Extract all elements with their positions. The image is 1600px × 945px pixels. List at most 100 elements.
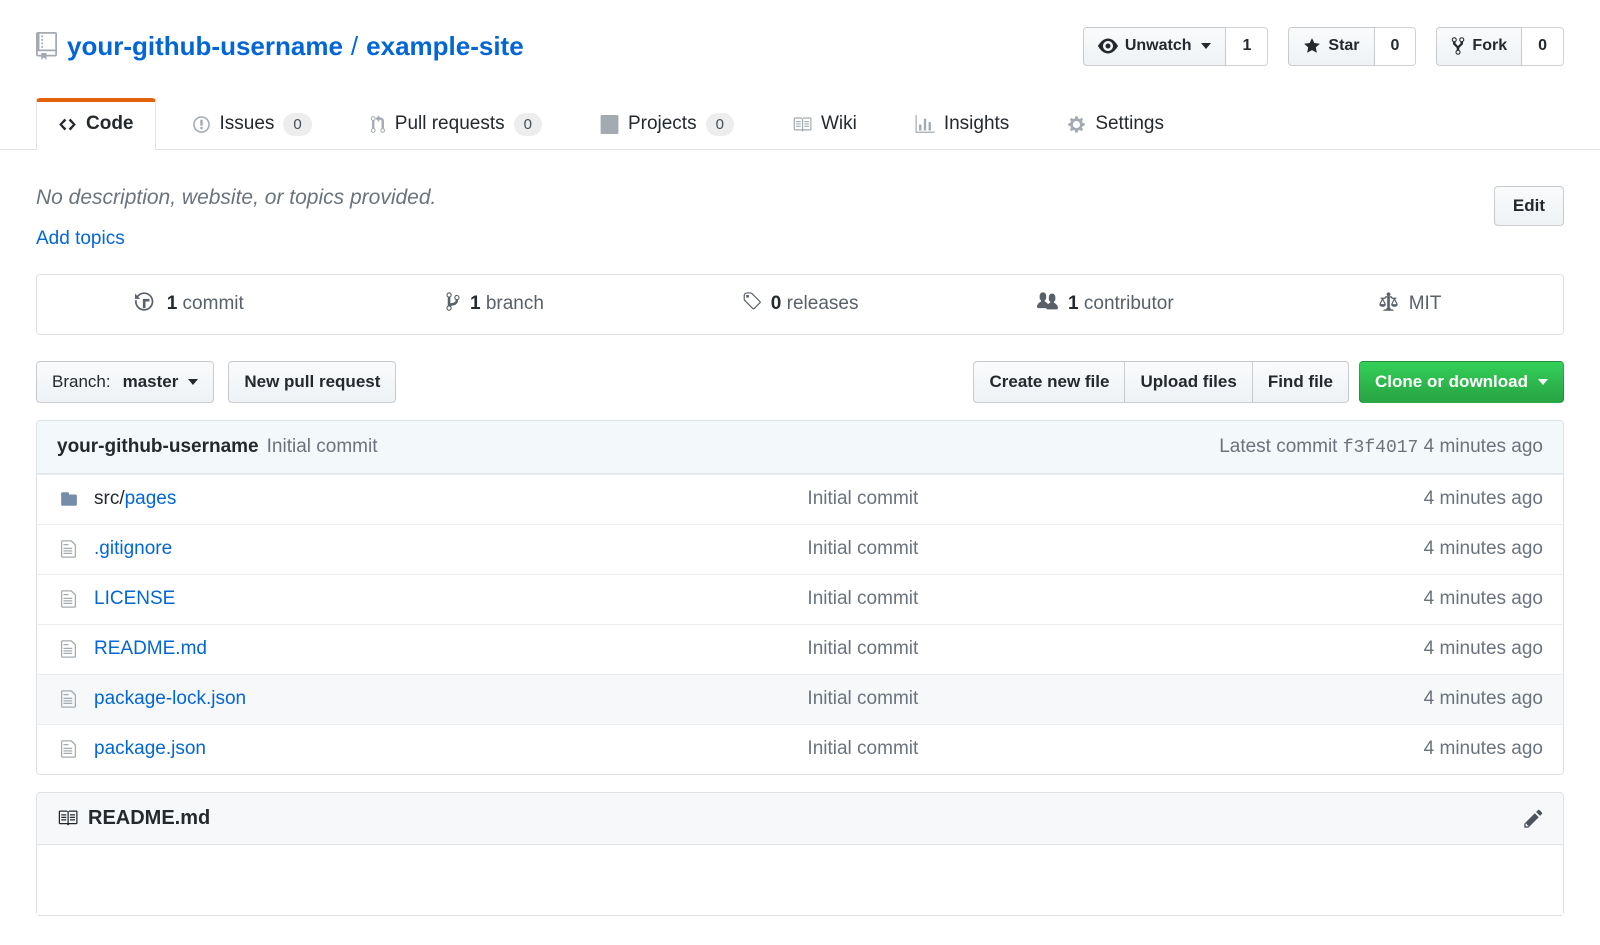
table-row: LICENSE Initial commit 4 minutes ago	[37, 574, 1563, 624]
readme-section: README.md	[36, 792, 1564, 916]
repo-tab-bar: Code Issues 0 Pull requests 0 Projects 0	[0, 98, 1600, 150]
tab-settings-label: Settings	[1095, 113, 1164, 135]
organization-icon	[1037, 291, 1058, 318]
commit-hash-link[interactable]: f3f4017	[1343, 438, 1419, 458]
folder-icon	[57, 490, 80, 508]
forks-count[interactable]: 0	[1522, 27, 1564, 66]
pencil-icon[interactable]	[1524, 808, 1543, 829]
tab-insights[interactable]: Insights	[893, 98, 1031, 150]
row-commit-message[interactable]: Initial commit	[807, 688, 1423, 710]
commits-label: commit	[183, 293, 244, 314]
file-link[interactable]: LICENSE	[94, 588, 175, 610]
row-commit-message[interactable]: Initial commit	[807, 488, 1423, 510]
unwatch-label: Unwatch	[1125, 36, 1192, 57]
file-link[interactable]: package.json	[94, 738, 206, 760]
branch-icon	[446, 291, 460, 318]
file-link[interactable]: README.md	[94, 638, 207, 660]
row-commit-message[interactable]: Initial commit	[807, 538, 1423, 560]
tab-issues[interactable]: Issues 0	[170, 98, 334, 150]
directory-link[interactable]: pages	[125, 488, 177, 510]
tab-settings[interactable]: Settings	[1045, 98, 1186, 150]
latest-commit-label: Latest commit	[1219, 436, 1343, 457]
row-age: 4 minutes ago	[1424, 588, 1543, 610]
caret-down-icon	[1538, 379, 1548, 385]
tab-code[interactable]: Code	[36, 98, 156, 150]
gear-icon	[1067, 115, 1086, 134]
commit-author-link[interactable]: your-github-username	[57, 436, 259, 458]
branch-label: Branch:	[52, 371, 111, 393]
watch-group: Unwatch 1	[1083, 27, 1269, 66]
book-icon	[57, 808, 78, 828]
star-group: Star 0	[1288, 27, 1416, 66]
license-stat[interactable]: MIT	[1258, 275, 1563, 334]
create-new-file-button[interactable]: Create new file	[973, 361, 1125, 403]
row-commit-message[interactable]: Initial commit	[807, 588, 1423, 610]
find-file-button[interactable]: Find file	[1253, 361, 1349, 403]
repo-title: your-github-username / example-site	[36, 31, 1083, 62]
law-icon	[1379, 291, 1398, 318]
tab-insights-label: Insights	[944, 113, 1009, 135]
latest-commit-age: 4 minutes ago	[1418, 436, 1543, 457]
file-icon	[57, 689, 80, 709]
file-icon	[57, 539, 80, 559]
new-pull-request-button[interactable]: New pull request	[228, 361, 396, 403]
contributors-count: 1	[1068, 293, 1079, 314]
repo-icon	[36, 32, 57, 60]
row-commit-message[interactable]: Initial commit	[807, 738, 1423, 760]
commit-message-link[interactable]: Initial commit	[267, 436, 378, 458]
eye-icon	[1098, 36, 1118, 56]
file-icon	[57, 589, 80, 609]
repo-owner-link[interactable]: your-github-username	[67, 31, 343, 62]
repo-stats-bar: 1 commit 1 branch 0 releases 1 contribut…	[36, 274, 1564, 335]
tab-pull-requests-label: Pull requests	[395, 113, 505, 135]
projects-counter: 0	[706, 113, 734, 136]
releases-stat[interactable]: 0 releases	[647, 275, 952, 334]
star-button[interactable]: Star	[1288, 27, 1374, 66]
caret-down-icon	[1201, 43, 1211, 49]
upload-files-button[interactable]: Upload files	[1125, 361, 1252, 403]
row-age: 4 minutes ago	[1424, 638, 1543, 660]
stars-count[interactable]: 0	[1375, 27, 1417, 66]
readme-title: README.md	[88, 807, 210, 830]
row-commit-message[interactable]: Initial commit	[807, 638, 1423, 660]
tab-projects-label: Projects	[628, 113, 697, 135]
fork-icon	[1451, 36, 1465, 56]
file-icon	[57, 639, 80, 659]
file-browser: your-github-username Initial commit Late…	[36, 420, 1564, 775]
releases-count: 0	[771, 293, 782, 314]
branches-label: branch	[486, 293, 544, 314]
latest-commit-info: Latest commit f3f4017 4 minutes ago	[1219, 436, 1543, 458]
file-navigation: Branch: master New pull request Create n…	[36, 361, 1564, 403]
license-label: MIT	[1409, 293, 1442, 314]
issue-icon	[192, 115, 211, 134]
releases-label: releases	[787, 293, 859, 314]
tab-pull-requests[interactable]: Pull requests 0	[348, 98, 564, 150]
watchers-count[interactable]: 1	[1226, 27, 1268, 66]
tab-projects[interactable]: Projects 0	[578, 98, 756, 150]
repo-header: your-github-username / example-site Unwa…	[36, 27, 1564, 66]
clone-or-download-label: Clone or download	[1375, 371, 1528, 393]
add-topics-link[interactable]: Add topics	[36, 228, 125, 250]
row-age: 4 minutes ago	[1424, 738, 1543, 760]
star-label: Star	[1328, 36, 1359, 57]
file-link[interactable]: .gitignore	[94, 538, 172, 560]
file-link[interactable]: package-lock.json	[94, 688, 246, 710]
fork-button[interactable]: Fork	[1436, 27, 1522, 66]
fork-group: Fork 0	[1436, 27, 1564, 66]
code-icon	[58, 115, 77, 134]
unwatch-button[interactable]: Unwatch	[1083, 27, 1227, 66]
edit-button[interactable]: Edit	[1494, 186, 1564, 226]
table-row: src/pages Initial commit 4 minutes ago	[37, 474, 1563, 524]
star-icon	[1303, 37, 1321, 55]
tab-wiki[interactable]: Wiki	[770, 98, 879, 150]
table-row: package-lock.json Initial commit 4 minut…	[37, 674, 1563, 724]
clone-or-download-button[interactable]: Clone or download	[1359, 361, 1564, 403]
table-row: README.md Initial commit 4 minutes ago	[37, 624, 1563, 674]
branches-stat[interactable]: 1 branch	[342, 275, 647, 334]
repo-name-link[interactable]: example-site	[366, 31, 524, 62]
directory-path-prefix[interactable]: src/	[94, 488, 125, 510]
branch-select-button[interactable]: Branch: master	[36, 361, 214, 403]
commits-stat[interactable]: 1 commit	[37, 275, 342, 334]
tag-icon	[742, 291, 761, 318]
contributors-stat[interactable]: 1 contributor	[953, 275, 1258, 334]
